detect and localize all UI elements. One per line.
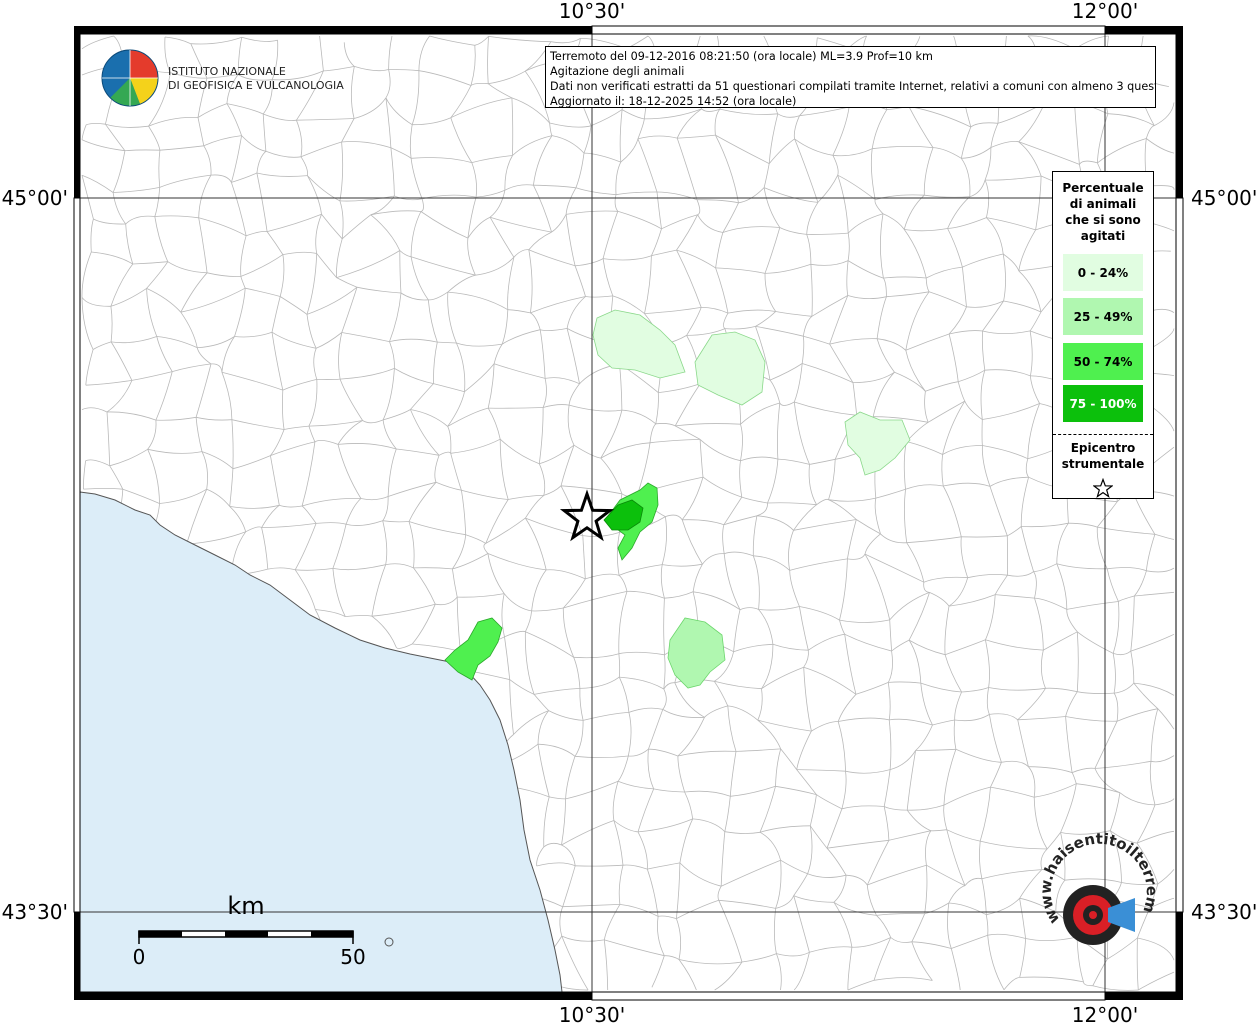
legend-class-75-100: 75 - 100%	[1063, 385, 1143, 422]
legend-class-0-24: 0 - 24%	[1063, 254, 1143, 291]
scale-max: 50	[340, 945, 365, 969]
map-canvas[interactable]: 10°30' 12°00' 10°30' 12°00' 45°00' 43°30…	[0, 0, 1256, 1024]
bottom-lon-label-left: 10°30'	[559, 1003, 625, 1024]
legend-class-25-49: 25 - 49%	[1063, 298, 1143, 335]
scale-min: 0	[133, 945, 146, 969]
legend: Percentuale di animali che si sono agita…	[1052, 171, 1154, 499]
legend-class-50-74: 50 - 74%	[1063, 343, 1143, 380]
top-lon-label-left: 10°30'	[559, 0, 625, 23]
update-time: Aggiornato il: 18-12-2025 14:52 (ora loc…	[550, 95, 797, 108]
earthquake-info: Terremoto del 09-12-2016 08:21:50 (ora l…	[550, 50, 933, 63]
legend-epicenter-label: Epicentro strumentale	[1061, 441, 1145, 471]
bottom-lon-label-right: 12°00'	[1072, 1003, 1138, 1024]
legend-separator	[1053, 434, 1153, 435]
left-lat-label-upper: 45°00'	[2, 186, 68, 210]
island	[384, 937, 394, 947]
top-lon-label-right: 12°00'	[1072, 0, 1138, 23]
left-lat-label-lower: 43°30'	[2, 900, 68, 924]
legend-title: Percentuale di animali che si sono agita…	[1062, 181, 1144, 243]
right-lat-label-lower: 43°30'	[1191, 900, 1256, 924]
legend-epicenter-star-icon	[1093, 478, 1113, 498]
map-subject: Agitazione degli animali	[550, 65, 685, 78]
logo-text-line1: ISTITUTO NAZIONALE	[168, 65, 286, 78]
info-box: Terremoto del 09-12-2016 08:21:50 (ora l…	[545, 46, 1156, 108]
scale-unit: km	[227, 892, 264, 920]
logo-text-line2: DI GEOFISICA E VULCANOLOGIA	[168, 79, 344, 92]
data-note: Dati non verificati estratti da 51 quest…	[550, 80, 1156, 93]
right-lat-label-upper: 45°00'	[1191, 186, 1256, 210]
